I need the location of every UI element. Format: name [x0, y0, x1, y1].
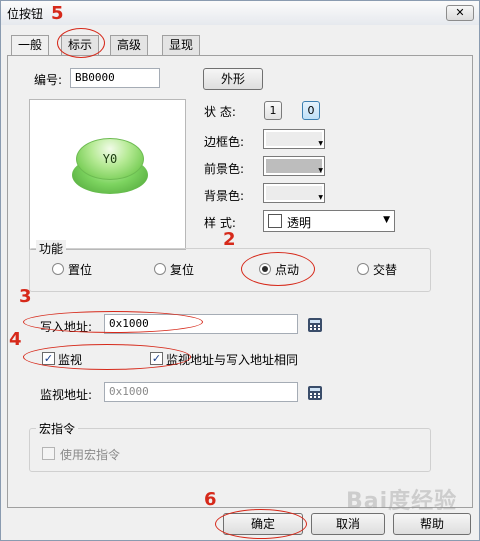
tab-display-label: 显现 — [169, 38, 194, 52]
border-color-picker[interactable]: ▼ — [263, 129, 325, 149]
border-color-swatch — [266, 132, 322, 146]
background-color-label: 背景色: — [204, 189, 245, 203]
radio-toggle[interactable] — [357, 263, 369, 275]
tab-display[interactable]: 显现 — [162, 35, 201, 55]
cancel-button[interactable]: 取消 — [311, 513, 385, 535]
lamp-label: Y0 — [76, 138, 144, 180]
annotation-oval-momentary — [241, 252, 315, 286]
tab-general-label: 一般 — [18, 38, 43, 52]
annotation-5: 5 — [51, 3, 64, 24]
lamp-icon: Y0 — [70, 134, 150, 198]
help-button[interactable]: 帮助 — [393, 513, 471, 535]
foreground-color-swatch — [266, 159, 322, 173]
style-select[interactable]: 透明 ▼ — [263, 210, 395, 232]
foreground-color-label: 前景色: — [204, 162, 245, 176]
id-input[interactable]: BB0000 — [70, 68, 160, 88]
border-color-label: 边框色: — [204, 135, 245, 149]
radio-set-label: 置位 — [68, 263, 93, 277]
radio-reset[interactable] — [154, 263, 166, 275]
use-macro-label: 使用宏指令 — [60, 448, 121, 462]
close-icon: ✕ — [455, 6, 465, 19]
annotation-oval-ok — [215, 509, 307, 539]
chevron-down-icon: ▼ — [383, 215, 390, 225]
appearance-button[interactable]: 外形 — [203, 68, 263, 90]
function-group: 功能 置位 复位 点动 交替 — [29, 240, 431, 292]
dropdown-arrow-icon: ▼ — [318, 140, 323, 147]
state-0-button[interactable]: 0 — [302, 101, 320, 120]
radio-set[interactable] — [52, 263, 64, 275]
dialog-window: 位按钮 ✕ 一般 标示 高级 显现 编号: BB0000 外形 Y0 状 态: … — [0, 0, 480, 541]
annotation-2: 2 — [223, 229, 236, 250]
annotation-oval-monitor — [23, 344, 191, 370]
monitor-address-label: 监视地址: — [40, 388, 93, 402]
dropdown-arrow-icon: ▼ — [318, 194, 323, 201]
calculator-icon[interactable] — [307, 317, 323, 333]
button-preview: Y0 — [29, 99, 186, 250]
monitor-address-input[interactable]: 0x1000 — [104, 382, 298, 402]
close-button[interactable]: ✕ — [446, 5, 474, 21]
macro-group-title: 宏指令 — [36, 420, 79, 437]
annotation-4: 4 — [9, 329, 22, 350]
tab-advanced[interactable]: 高级 — [110, 35, 149, 55]
calculator-icon[interactable] — [307, 385, 323, 401]
background-color-swatch — [266, 186, 322, 200]
tab-general[interactable]: 一般 — [11, 35, 50, 56]
style-preview-box — [268, 214, 282, 228]
state-1-button[interactable]: 1 — [264, 101, 282, 120]
style-value: 透明 — [287, 216, 312, 230]
radio-reset-label: 复位 — [170, 263, 195, 277]
window-title: 位按钮 — [7, 7, 44, 21]
background-color-picker[interactable]: ▼ — [263, 183, 325, 203]
annotation-oval-tab — [57, 28, 105, 58]
id-label: 编号: — [34, 73, 63, 87]
foreground-color-picker[interactable]: ▼ — [263, 156, 325, 176]
use-macro-checkbox[interactable] — [42, 447, 55, 460]
tab-advanced-label: 高级 — [117, 38, 142, 52]
dropdown-arrow-icon: ▼ — [318, 167, 323, 174]
state-label: 状 态: — [204, 105, 236, 119]
annotation-oval-write-address — [23, 311, 203, 333]
radio-toggle-label: 交替 — [373, 263, 398, 277]
macro-group: 宏指令 使用宏指令 — [29, 420, 431, 472]
watermark: Bai度经验 — [346, 489, 458, 514]
function-group-title: 功能 — [36, 240, 67, 257]
title-bar: 位按钮 ✕ — [1, 1, 479, 25]
annotation-3: 3 — [19, 286, 32, 307]
general-panel: 编号: BB0000 外形 Y0 状 态: 1 0 边框色: ▼ 前景色: ▼ … — [7, 55, 473, 508]
annotation-6: 6 — [204, 489, 217, 510]
